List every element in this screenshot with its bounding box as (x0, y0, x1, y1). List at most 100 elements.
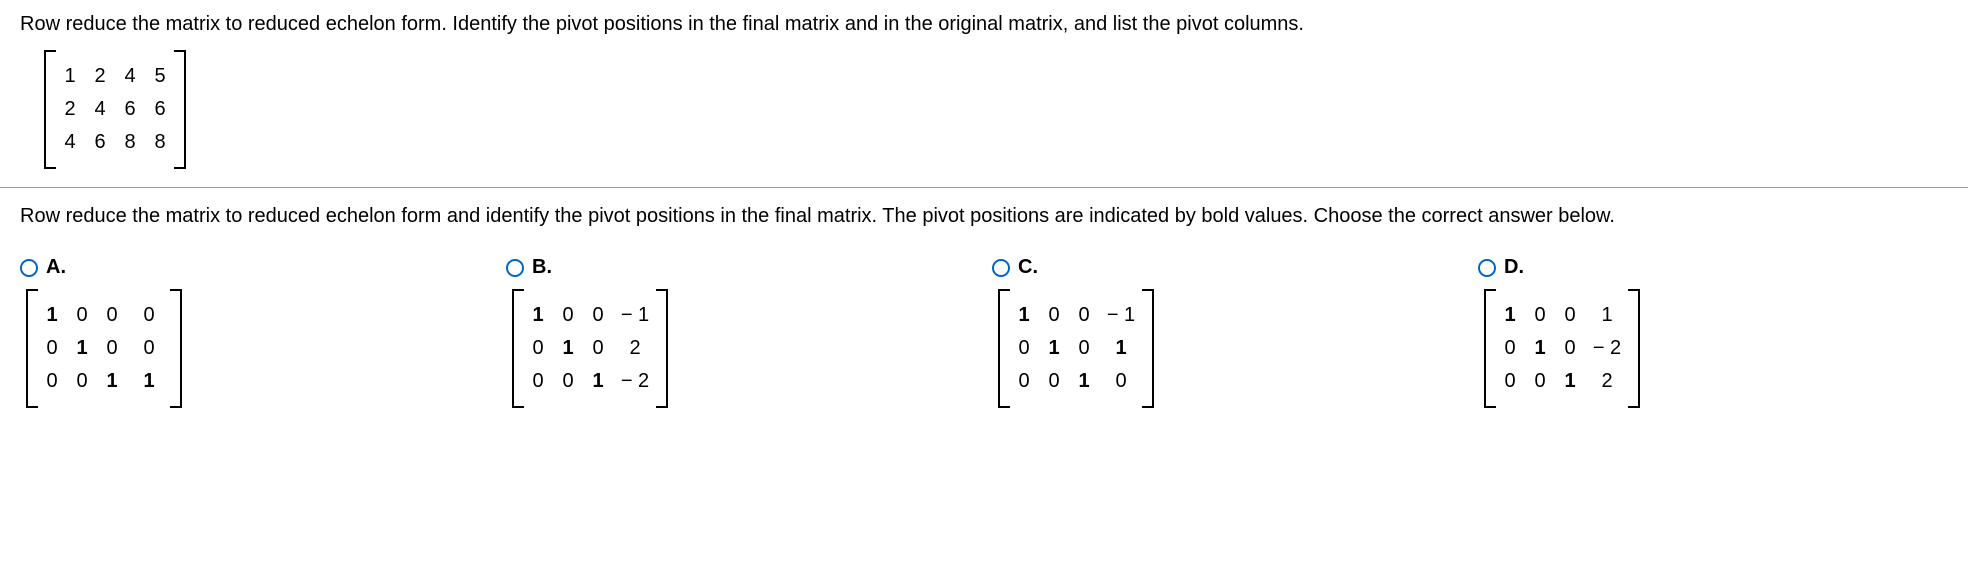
bracket-right (1142, 289, 1154, 408)
matrix-cell: 1 (44, 304, 60, 327)
matrix-body: 100− 10102001− 2 (524, 289, 656, 408)
matrix-cell: 8 (122, 131, 138, 154)
matrix-cell: 1 (134, 370, 164, 393)
matrix-cell: 4 (62, 131, 78, 154)
section-divider (0, 187, 1968, 188)
matrix-body: 124524664688 (56, 50, 174, 169)
matrix-cell: − 2 (1592, 337, 1622, 360)
matrix-cell: 1 (1502, 304, 1518, 327)
matrix-cell: 8 (152, 131, 168, 154)
matrix-cell: 0 (104, 304, 120, 327)
bracket-left (998, 289, 1010, 408)
matrix-cell: 0 (1046, 370, 1062, 393)
matrix-cell: 1 (62, 65, 78, 88)
matrix-row: 001− 2 (530, 370, 650, 393)
option-a-header[interactable]: A. (20, 256, 490, 279)
bracket-left (26, 289, 38, 408)
matrix-cell: 0 (530, 370, 546, 393)
matrix-row: 1245 (62, 65, 168, 88)
matrix-cell: − 1 (620, 304, 650, 327)
matrix-cell: 1 (1016, 304, 1032, 327)
matrix-row: 0011 (44, 370, 164, 393)
bracket-right (1628, 289, 1640, 408)
matrix-cell: 2 (620, 337, 650, 360)
matrix-cell: 1 (74, 337, 90, 360)
matrix-cell: − 2 (620, 370, 650, 393)
bracket-right (170, 289, 182, 408)
matrix-cell: 4 (92, 98, 108, 121)
option-a: A. 100001000011 (20, 256, 490, 414)
bracket-left (1484, 289, 1496, 408)
radio-icon[interactable] (20, 259, 38, 277)
matrix-cell: 0 (1076, 337, 1092, 360)
option-c: C. 100− 101010010 (992, 256, 1462, 414)
option-d: D. 1001010− 20012 (1478, 256, 1948, 414)
matrix-cell: 1 (590, 370, 606, 393)
bracket-left (512, 289, 524, 408)
matrix-cell: 0 (1562, 304, 1578, 327)
matrix-body: 100001000011 (38, 289, 170, 408)
question-text: Row reduce the matrix to reduced echelon… (20, 10, 1948, 38)
matrix-cell: 0 (560, 370, 576, 393)
bracket-left (44, 50, 56, 169)
matrix-cell: 0 (1532, 304, 1548, 327)
matrix-cell: 0 (590, 337, 606, 360)
matrix-cell: 0 (74, 304, 90, 327)
option-c-label: C. (1018, 256, 1038, 279)
matrix-cell: 0 (560, 304, 576, 327)
matrix-cell: 1 (1532, 337, 1548, 360)
matrix-cell: 0 (134, 337, 164, 360)
matrix-row: 4688 (62, 131, 168, 154)
option-a-label: A. (46, 256, 66, 279)
matrix-cell: 0 (590, 304, 606, 327)
matrix-cell: 0 (1076, 304, 1092, 327)
matrix-row: 0102 (530, 337, 650, 360)
matrix-cell: 0 (1016, 337, 1032, 360)
matrix-row: 0100 (44, 337, 164, 360)
matrix-cell: 0 (44, 337, 60, 360)
matrix-cell: 6 (152, 98, 168, 121)
matrix-cell: 0 (104, 337, 120, 360)
matrix-cell: 0 (1502, 337, 1518, 360)
matrix-cell: 0 (44, 370, 60, 393)
option-b: B. 100− 10102001− 2 (506, 256, 976, 414)
option-d-header[interactable]: D. (1478, 256, 1948, 279)
radio-icon[interactable] (506, 259, 524, 277)
matrix-body: 1001010− 20012 (1496, 289, 1628, 408)
sub-question-text: Row reduce the matrix to reduced echelon… (20, 202, 1948, 230)
option-b-label: B. (532, 256, 552, 279)
matrix-cell: 5 (152, 65, 168, 88)
option-c-matrix: 100− 101010010 (998, 289, 1154, 408)
matrix-cell: 1 (104, 370, 120, 393)
radio-icon[interactable] (1478, 259, 1496, 277)
matrix-cell: 0 (134, 304, 164, 327)
matrix-cell: 1 (530, 304, 546, 327)
matrix-row: 100− 1 (530, 304, 650, 327)
matrix-row: 010 − 2 (1502, 337, 1622, 360)
matrix-cell: 2 (62, 98, 78, 121)
original-matrix: 124524664688 (44, 50, 186, 169)
matrix-cell: 6 (122, 98, 138, 121)
matrix-cell: 0 (530, 337, 546, 360)
matrix-cell: 1 (1046, 337, 1062, 360)
matrix-row: 0012 (1502, 370, 1622, 393)
option-c-header[interactable]: C. (992, 256, 1462, 279)
matrix-row: 0010 (1016, 370, 1136, 393)
matrix-cell: 0 (1562, 337, 1578, 360)
option-b-header[interactable]: B. (506, 256, 976, 279)
option-b-matrix: 100− 10102001− 2 (512, 289, 668, 408)
option-d-label: D. (1504, 256, 1524, 279)
matrix-cell: 2 (1592, 370, 1622, 393)
matrix-cell: 0 (1016, 370, 1032, 393)
matrix-row: 1000 (44, 304, 164, 327)
matrix-cell: − 1 (1106, 304, 1136, 327)
matrix-cell: 0 (1532, 370, 1548, 393)
matrix-cell: 0 (1106, 370, 1136, 393)
options-row: A. 100001000011 B. 100− 10102001− 2 C. 1… (20, 256, 1948, 414)
radio-icon[interactable] (992, 259, 1010, 277)
matrix-cell: 1 (1076, 370, 1092, 393)
matrix-body: 100− 101010010 (1010, 289, 1142, 408)
option-d-matrix: 1001010− 20012 (1484, 289, 1640, 408)
matrix-row: 100− 1 (1016, 304, 1136, 327)
matrix-cell: 2 (92, 65, 108, 88)
